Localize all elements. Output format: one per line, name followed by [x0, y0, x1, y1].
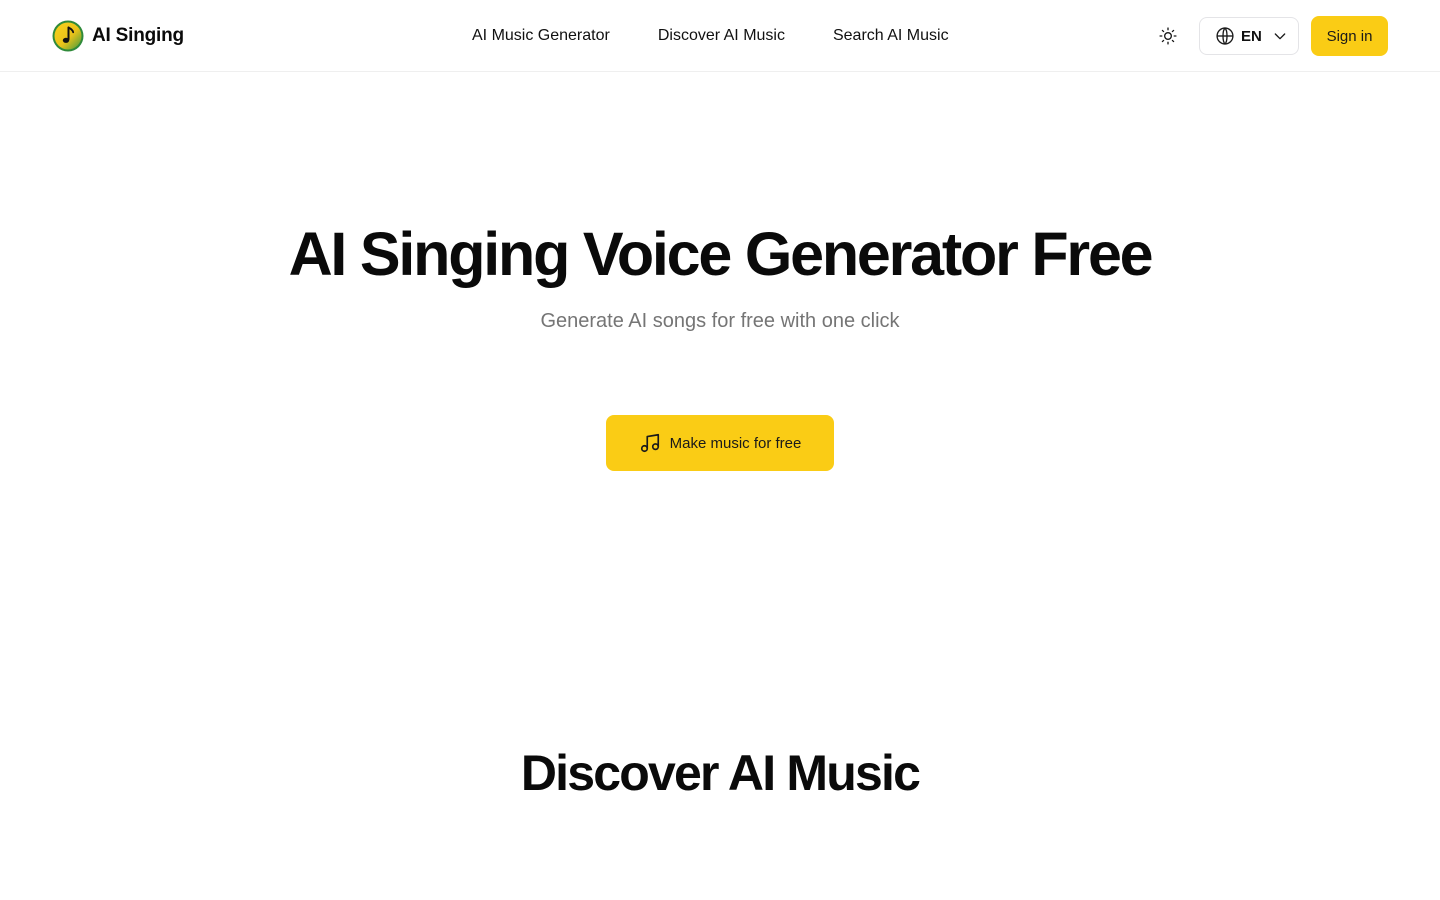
nav-discover-ai-music[interactable]: Discover AI Music: [658, 27, 785, 45]
discover-section-title: Discover AI Music: [520, 745, 921, 801]
brand-link[interactable]: AI Singing: [52, 19, 184, 53]
music-note-icon: [640, 433, 659, 453]
nav-search-ai-music[interactable]: Search AI Music: [833, 27, 949, 45]
chevron-down-icon: [1274, 33, 1286, 40]
language-selector[interactable]: EN: [1199, 17, 1299, 55]
theme-toggle-button[interactable]: [1154, 22, 1182, 50]
sun-icon: [1159, 27, 1177, 45]
globe-icon: [1216, 27, 1234, 45]
make-music-label: Make music for free: [669, 434, 802, 452]
hero-subtitle: Generate AI songs for free with one clic…: [540, 310, 900, 332]
language-code: EN: [1241, 27, 1262, 45]
music-note-logo-icon: [52, 20, 84, 52]
make-music-button[interactable]: Make music for free: [606, 415, 834, 471]
main-nav: AI Music Generator Discover AI Music Sea…: [472, 0, 949, 72]
brand-name: AI Singing: [92, 25, 184, 46]
site-header: AI Singing AI Music Generator Discover A…: [0, 0, 1440, 72]
sign-in-button[interactable]: Sign in: [1311, 16, 1388, 56]
nav-ai-music-generator[interactable]: AI Music Generator: [472, 27, 610, 45]
hero-title: AI Singing Voice Generator Free: [288, 220, 1154, 288]
